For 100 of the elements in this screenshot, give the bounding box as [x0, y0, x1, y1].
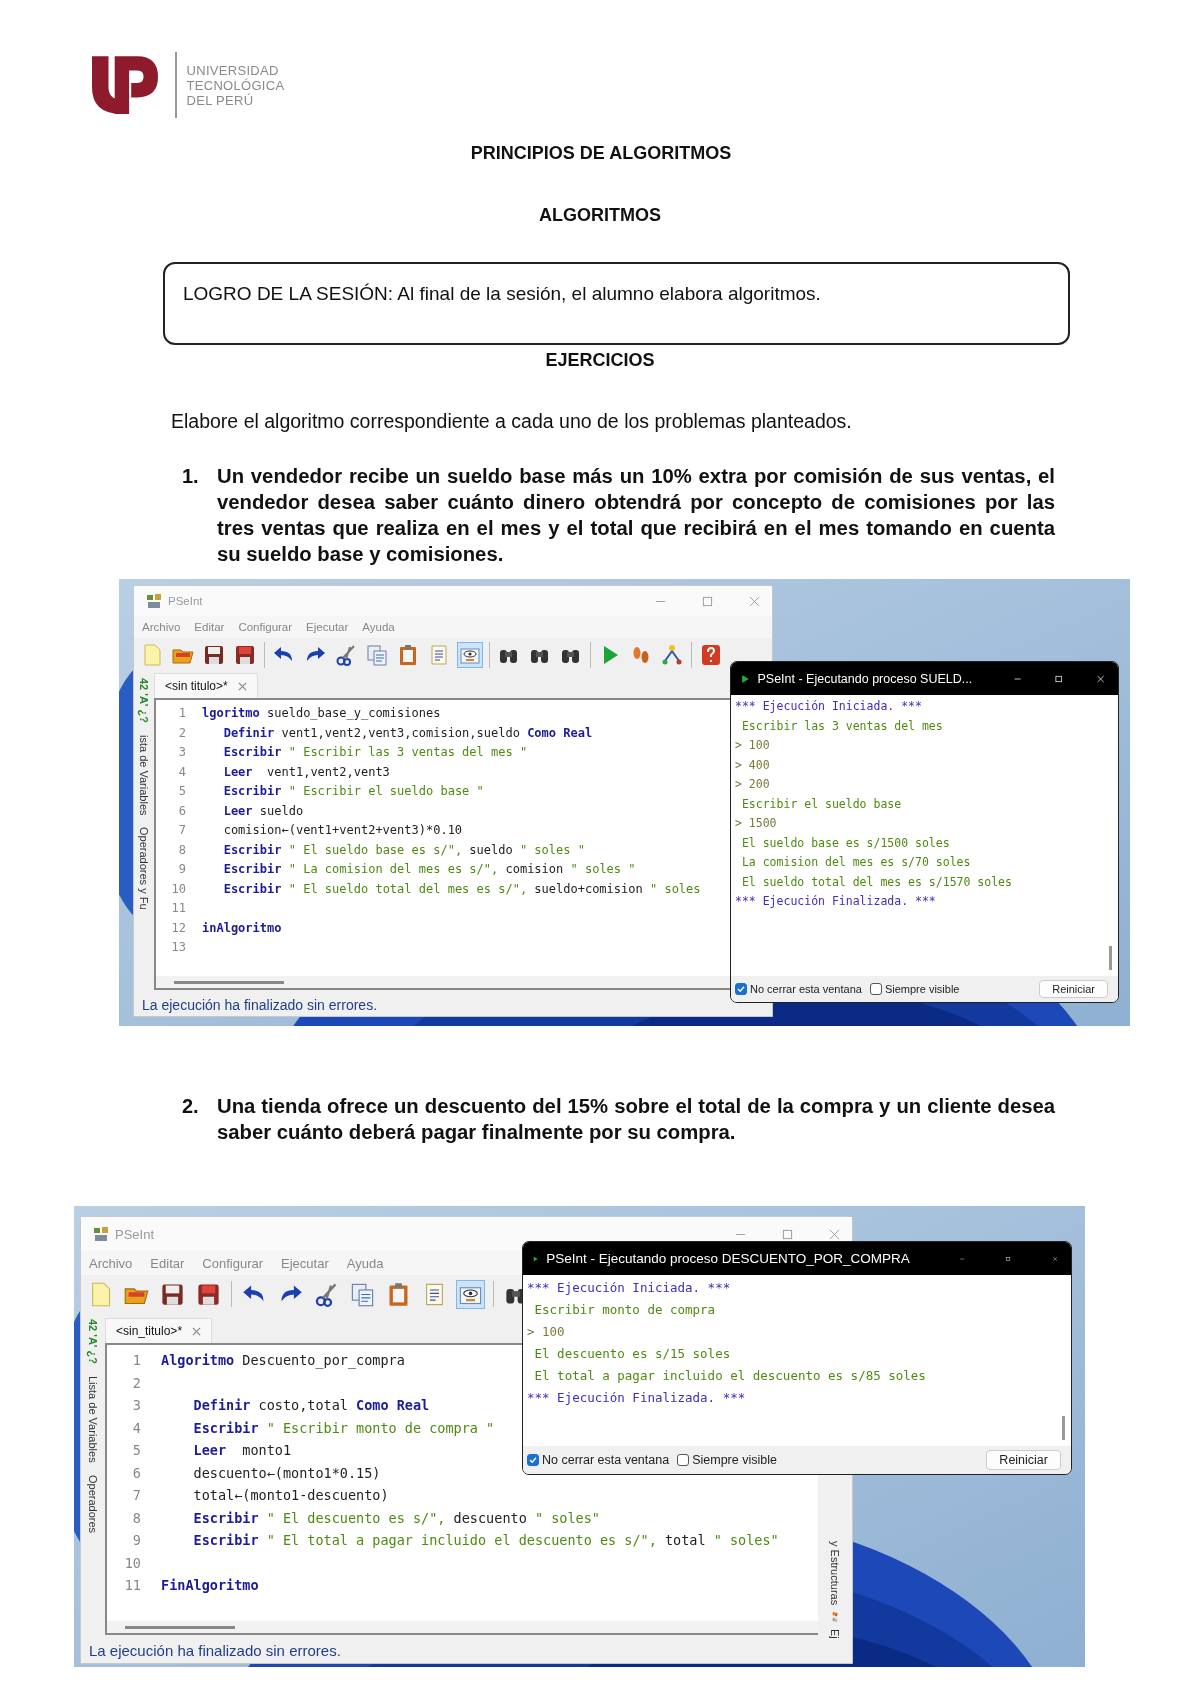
restart-button[interactable]: Reiniciar: [1039, 980, 1108, 998]
side-panel-tab[interactable]: 42 'A' ¿?: [87, 1319, 99, 1364]
university-name-line: UNIVERSIDAD: [186, 62, 280, 78]
line-number: 7: [131, 1486, 142, 1505]
console-line: El descuento es s/15 soles: [533, 1345, 732, 1363]
console-line: Escribir monto de compra: [533, 1301, 717, 1319]
code-line: FinAlgoritmo: [161, 1576, 259, 1595]
console-line: *** Ejecución Finalizada. ***: [527, 1389, 747, 1407]
file-tab[interactable]: <sin titulo>*: [154, 673, 258, 698]
line-number: 2: [131, 1373, 142, 1393]
close-icon[interactable]: [237, 681, 247, 691]
code-line: total←(monto1-descuento): [192, 1486, 389, 1505]
code-line: Escribir " El sueldo total del mes es s/", sueldo+comision " soles: [222, 880, 701, 898]
section-heading: EJERCICIOS: [544, 349, 656, 371]
checkbox-label[interactable]: No cerrar esta ventana: [750, 983, 862, 995]
status-text: La ejecución ha finalizado sin errores.: [89, 1642, 341, 1659]
checkbox[interactable]: [527, 1454, 539, 1466]
save-as-icon[interactable]: [233, 643, 257, 667]
line-number: 10: [123, 1553, 142, 1573]
code-line: Escribir " El total a pagar incluido el descuento es s/", total " soles": [192, 1531, 779, 1550]
scissors-icon[interactable]: [334, 643, 358, 667]
side-panel-tab[interactable]: Ej: [829, 1629, 841, 1639]
code-line: Escribir " El descuento es s/", descuento " soles": [192, 1508, 600, 1528]
eye-icon[interactable]: [457, 1280, 484, 1308]
code-line: Definir vent1,vent2,vent3,comision,sueldo Como Real: [222, 724, 593, 742]
app-icon: [93, 1226, 109, 1242]
close-icon[interactable]: [192, 1326, 202, 1336]
line-number: 8: [177, 841, 187, 859]
code-line: lgoritmo sueldo_base_y_comisiones: [202, 705, 441, 722]
console-line: > 100: [735, 737, 771, 754]
console-line: Escribir el sueldo base: [740, 795, 903, 813]
checkbox-label[interactable]: Siempre visible: [884, 983, 960, 995]
app-icon: [146, 593, 162, 609]
document-subtitle: ALGORITMOS: [538, 205, 662, 225]
line-number: 11: [170, 900, 187, 917]
scrollbar[interactable]: [1109, 946, 1112, 970]
window-title: PSeInt: [168, 595, 203, 607]
console-line: > 200: [735, 776, 771, 793]
save-icon[interactable]: [202, 643, 226, 667]
side-panel-tab[interactable]: Lista de Variables: [87, 1375, 99, 1463]
exercise-number: 2.: [182, 1094, 200, 1119]
line-number: 4: [177, 763, 187, 781]
console-line: Escribir las 3 ventas del mes: [740, 717, 944, 735]
console-line: La comision del mes es s/70 soles: [740, 854, 972, 871]
line-number: 9: [177, 861, 187, 878]
line-number: 12: [170, 919, 187, 937]
university-name-line: TECNOLÓGICA: [186, 77, 285, 93]
intro-text: Elabore el algoritmo correspondiente a cada uno de los problemas planteados.: [171, 410, 853, 432]
status-text: La ejecución ha finalizado sin errores.: [142, 997, 378, 1013]
side-panel-tab[interactable]: 42 'A' ¿?: [138, 678, 150, 723]
close-icon[interactable]: [749, 595, 760, 607]
exercise-number: 1.: [182, 464, 200, 489]
close-icon[interactable]: [829, 1228, 840, 1240]
eye-icon[interactable]: [458, 643, 482, 667]
side-panel-tab[interactable]: ista de Variables: [138, 734, 150, 816]
scrollbar[interactable]: [1062, 1416, 1065, 1440]
console-line: *** Ejecución Finalizada. ***: [735, 893, 937, 910]
console-line: El sueldo total del mes es s/1570 soles: [740, 873, 1013, 891]
console-line: > 400: [735, 756, 771, 774]
line-number: 3: [177, 744, 187, 761]
restart-button[interactable]: Reiniciar: [986, 1450, 1061, 1470]
code-line: Leer sueldo: [222, 802, 304, 820]
line-number: 7: [177, 822, 187, 839]
line-number: 10: [170, 880, 187, 898]
scrollbar[interactable]: [174, 981, 284, 984]
code-line: Escribir " Escribir las 3 ventas del mes ": [222, 744, 528, 761]
checkbox[interactable]: [869, 983, 882, 995]
file-tab[interactable]: <sin_titulo>*: [105, 1318, 213, 1343]
line-number: 5: [177, 783, 187, 800]
console-line: *** Ejecución Iniciada. ***: [527, 1279, 732, 1297]
university-name-line: DEL PERÚ: [186, 92, 255, 108]
help-icon[interactable]: [699, 643, 723, 667]
line-number: 4: [131, 1418, 142, 1438]
console-line: > 100: [527, 1323, 566, 1341]
checkbox[interactable]: [735, 983, 747, 995]
line-number: 5: [131, 1441, 142, 1460]
checkbox-label[interactable]: Siempre visible: [692, 1453, 777, 1467]
side-panel-tab[interactable]: Operadores: [87, 1474, 99, 1533]
flowchart-icon[interactable]: [660, 643, 684, 667]
checkbox-label[interactable]: No cerrar esta ventana: [542, 1453, 670, 1467]
line-number: 11: [123, 1576, 142, 1595]
checkbox[interactable]: [677, 1454, 690, 1466]
console-line: > 1500: [735, 815, 778, 832]
exercise-statement: Un vendedor recibe un sueldo base más un 10% extra por comisión de sus ventas, el vendedor desea saber cuánto dinero obtendrá por concepto de comisiones por las tres ventas que realiza en el mes y el total que recibirá en el mes tomando en cuenta su sueldo base y comisiones.: [217, 464, 1055, 567]
line-number: 9: [131, 1531, 142, 1550]
code-line: Algoritmo Descuento_por_compra: [161, 1351, 405, 1371]
line-number: 13: [170, 939, 187, 956]
code-line: Leer vent1,vent2,vent3: [222, 763, 390, 781]
line-number: 1: [177, 705, 187, 722]
code-line: Definir costo,total Como Real: [192, 1396, 430, 1415]
scrollbar[interactable]: [125, 1626, 235, 1629]
console-line: El sueldo base es s/1500 soles: [740, 834, 951, 852]
line-number: 2: [177, 724, 187, 742]
code-line: Escribir " Escribir el sueldo base ": [222, 783, 484, 800]
window-title: PSeInt - Ejecutando proceso DESCUENTO_POR_COMPRA: [546, 1251, 910, 1266]
side-panel-tab[interactable]: y Estructuras: [829, 1541, 841, 1606]
line-number: 1: [131, 1351, 142, 1370]
side-panel-tab[interactable]: Operadores y Fu: [138, 827, 150, 911]
document-title: PRINCIPIOS DE ALGORITMOS: [469, 143, 733, 163]
code-line: Escribir " La comision del mes es s/", comision " soles ": [222, 861, 636, 878]
